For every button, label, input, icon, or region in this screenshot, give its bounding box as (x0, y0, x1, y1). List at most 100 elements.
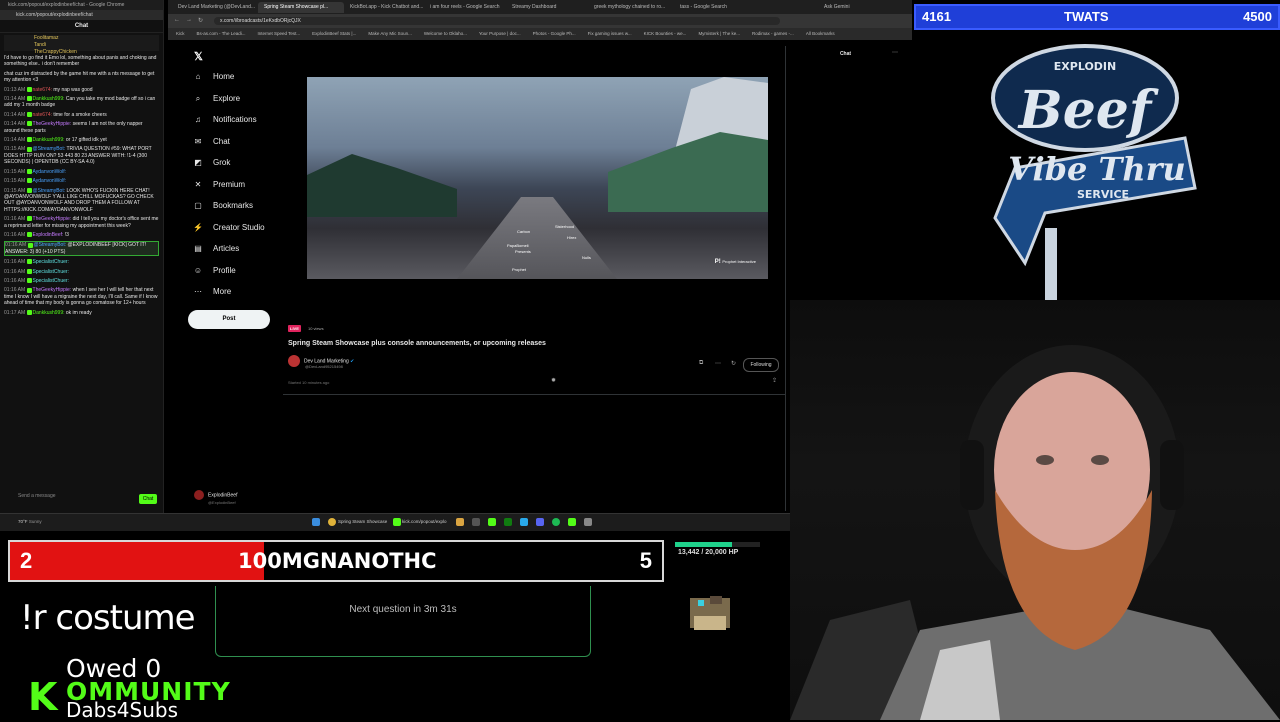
browser-tab[interactable]: tass - Google Search (674, 2, 760, 13)
following-button[interactable]: Following (743, 358, 779, 372)
chat-message: 01:16 AM ExplodinBeef: !3 (4, 231, 69, 238)
taskbar-app[interactable]: Spring Steam Showcase (338, 517, 387, 527)
chat-username[interactable]: SpecialistChuer: (33, 278, 69, 284)
nav-item-chat[interactable]: ✉ Chat (193, 136, 230, 148)
nav-item-bookmarks[interactable]: ▢ Bookmarks (193, 200, 253, 212)
browser-tab[interactable]: Streamy Dashboard (506, 2, 592, 13)
nav-label: Articles (213, 244, 240, 253)
chat-message-list[interactable]: I'd have to go find it Emo lol, somethin… (0, 53, 163, 321)
chat-header: Chat (0, 20, 163, 33)
bookmark-item[interactable]: Make Any Mic Soun... (368, 31, 412, 36)
nav-item-articles[interactable]: ▤ Articles (193, 243, 239, 255)
chat-message: 01:15 AM AydanvonWolf: (4, 178, 66, 185)
community-hp-bar: 2 100MGNANOTHC 5 (8, 540, 664, 582)
chat-message: 01:17 AM Dankkush999: ok im ready (4, 309, 92, 316)
nav-item-grok[interactable]: ◩ Grok (193, 157, 230, 169)
chat-text: chat cuz im distracted by the game hit m… (4, 70, 155, 84)
bookmark-item[interactable]: KICK Bounties - we... (644, 31, 687, 36)
nav-item-notifications[interactable]: ♫ Notifications (193, 114, 257, 126)
refresh-icon[interactable]: ↻ (731, 360, 736, 367)
browser-tab[interactable]: i am four reels - Google Search (424, 2, 510, 13)
nav-item-more[interactable]: ⋯ More (193, 286, 231, 298)
share-icon[interactable]: ⇪ (772, 377, 777, 384)
chat-send-button[interactable]: Chat (139, 494, 157, 504)
nav-label: Creator Studio (213, 222, 265, 232)
chat-username[interactable]: SpecialistChuer: (33, 259, 69, 265)
app-icon[interactable] (472, 518, 480, 526)
chat-url[interactable]: kick.com/popout/explodinbeef/chat (0, 10, 163, 20)
address-input[interactable]: x.com/i/broadcasts/1eKxdbORjcQJX (214, 17, 780, 25)
chat-username[interactable]: SpecialistChuer: (33, 269, 69, 275)
bookmark-item[interactable]: Photos - Google Ph... (533, 31, 576, 36)
chat-username[interactable]: AydanvonWolf: (33, 169, 66, 175)
premium-icon: ✕ (194, 179, 202, 189)
chat-username[interactable]: ExplodinBeef: (33, 232, 64, 238)
chat-username[interactable]: @StreamyBot: (33, 188, 66, 194)
forward-icon[interactable]: → (186, 17, 192, 23)
chat-username[interactable]: TheGeekyHippie: (33, 287, 72, 293)
chat-username[interactable]: Dankkush999: (33, 96, 65, 102)
discord-icon[interactable] (536, 518, 544, 526)
chat-username[interactable]: AydanvonWolf: (33, 178, 66, 184)
bookmark-item[interactable]: ExplodinBeef Stats |... (312, 31, 356, 36)
bookmark-item[interactable]: Internet Speed Test... (257, 31, 300, 36)
broadcast-video[interactable]: Carbon Sisterhood Hirex PapaBomeli Prese… (307, 77, 768, 279)
x-logo-icon[interactable]: 𝕏 (194, 50, 203, 63)
app-icon[interactable] (584, 518, 592, 526)
bookmark-item[interactable]: Mymisterk | The ke... (698, 31, 740, 36)
divider (283, 394, 785, 395)
kick-icon[interactable] (393, 518, 401, 526)
browser-tab[interactable]: Ask Gemini (818, 2, 864, 13)
started-time: Started 10 minutes ago (288, 380, 330, 385)
browser-tab[interactable]: KickBot.app - Kick Chatbot and... (344, 2, 430, 13)
bookmark-item[interactable]: Rodimax - games -... (752, 31, 794, 36)
bookmark-item[interactable]: Your Purpose | doc... (479, 31, 521, 36)
chat-message: 01:16 AM TheGeekyHippie: when I see her … (4, 287, 158, 307)
post-button[interactable]: Post (188, 310, 270, 329)
nav-item-home[interactable]: ⌂ Home (193, 71, 235, 83)
next-question-text: Next question in 3m 31s (349, 604, 457, 615)
more-icon[interactable]: ⋯ (715, 360, 721, 367)
chat-username[interactable]: nate674: (33, 112, 52, 118)
chat-username[interactable]: TheGeekyHippie: (33, 216, 72, 222)
nav-item-explore[interactable]: ⌕ Explore (193, 93, 240, 105)
account-switcher[interactable]: ExplodinBeef @ExplodinBeef (194, 490, 237, 505)
chat-username[interactable]: @StreamyBot: (34, 242, 67, 248)
browser-tab[interactable]: Dev Land Marketing (@DevLand... (172, 2, 258, 13)
video-label: Presents (515, 249, 531, 254)
nav-label: Explore (213, 93, 241, 103)
nav-item-premium[interactable]: ✕ Premium (193, 179, 245, 191)
bookmark-item[interactable]: All Bookmarks (806, 31, 835, 36)
chat-username[interactable]: Dankkush999: (33, 310, 65, 316)
reload-icon[interactable]: ↻ (198, 17, 203, 24)
taskbar-app[interactable]: kick.com/popout/explo (402, 517, 447, 527)
nav-item-profile[interactable]: ☺ Profile (193, 265, 236, 277)
score-left: 4161 (922, 9, 951, 24)
more-icon[interactable]: ⋯ (892, 49, 898, 56)
pinned-item: Foolitamaz (34, 35, 59, 41)
chat-username[interactable]: nate674: (33, 87, 52, 93)
xbox-icon[interactable] (504, 518, 512, 526)
weather-widget[interactable]: 70°F Sunny (18, 517, 42, 527)
bookmark-item[interactable]: Kick (176, 31, 185, 36)
app-icon[interactable] (520, 518, 528, 526)
bookmark-item[interactable]: Bs-as.com - The Leadi... (197, 31, 246, 36)
start-icon[interactable] (312, 518, 320, 526)
bookmark-item[interactable]: Welcome to Oklaho... (424, 31, 467, 36)
chat-username[interactable]: @StreamyBot: (33, 146, 66, 152)
chrome-icon[interactable] (328, 518, 336, 526)
nav-item-creator-studio[interactable]: ⚡ Creator Studio (193, 222, 265, 234)
clip-icon[interactable]: ⧉ (699, 360, 703, 367)
browser-tab[interactable]: Spring Steam Showcase pl... (258, 2, 344, 13)
app-icon[interactable] (568, 518, 576, 526)
back-icon[interactable]: ← (174, 17, 180, 23)
app-icon[interactable] (488, 518, 496, 526)
chat-username[interactable]: Dankkush999: (33, 137, 65, 143)
chat-username[interactable]: TheGeekyHippie: (33, 121, 72, 127)
folder-icon[interactable] (456, 518, 464, 526)
browser-tab[interactable]: greek mythology chained to ro... (588, 2, 674, 13)
settings-icon[interactable]: ✹ (551, 377, 556, 384)
chat-input[interactable]: Send a message (18, 494, 58, 504)
spotify-icon[interactable] (552, 518, 560, 526)
bookmark-item[interactable]: Fix gaming issues w... (588, 31, 632, 36)
